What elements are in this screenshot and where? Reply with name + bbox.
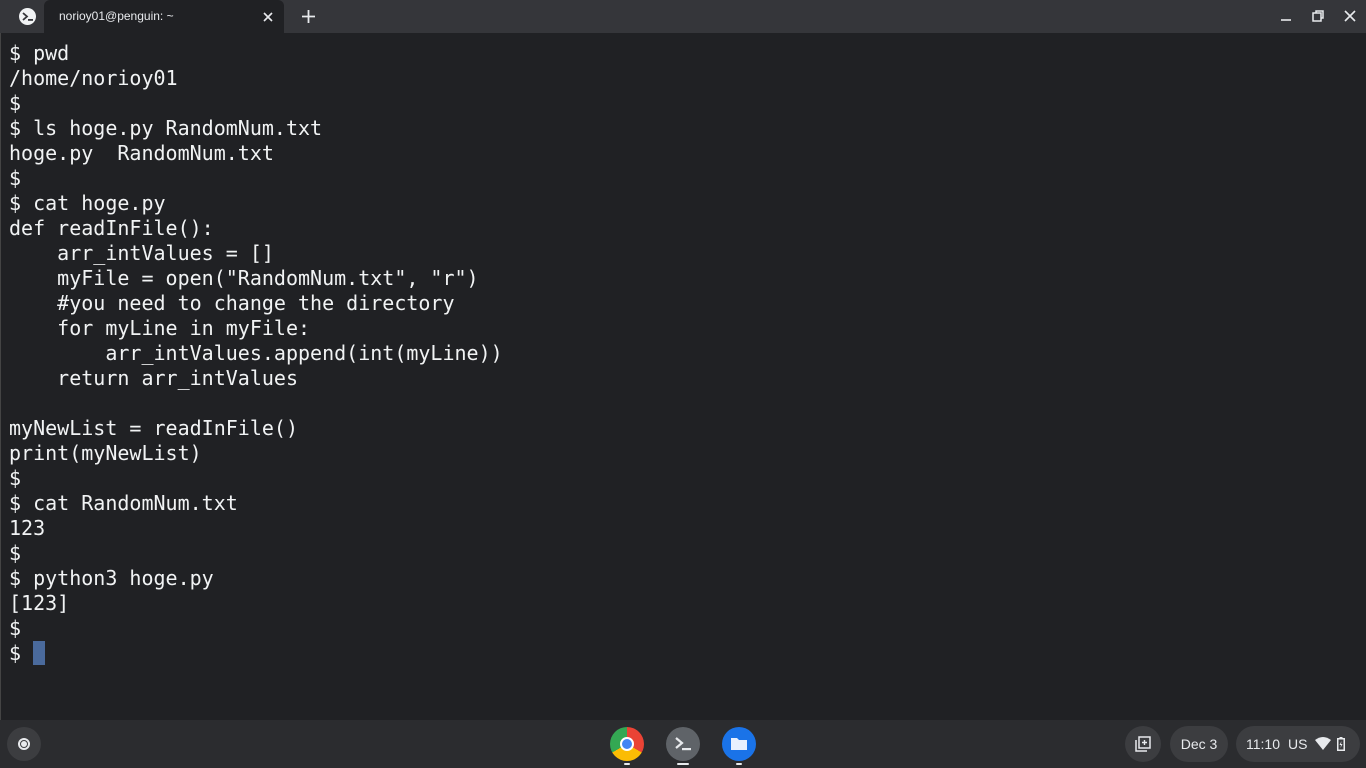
- launcher-button[interactable]: [7, 727, 41, 761]
- terminal-app-icon: [19, 8, 36, 25]
- terminal-line: $: [9, 616, 22, 640]
- terminal-line: myNewList = readInFile(): [9, 416, 298, 440]
- new-tab-icon[interactable]: [300, 8, 317, 25]
- terminal-line: $ cat RandomNum.txt: [9, 491, 238, 515]
- terminal-line: $: [9, 541, 22, 565]
- terminal-line: def readInFile():: [9, 216, 214, 240]
- minimize-icon[interactable]: [1279, 9, 1293, 23]
- tote-icon: [1135, 736, 1151, 752]
- terminal-line: $ cat hoge.py: [9, 191, 166, 215]
- shelf: Dec 3 11:10 US: [0, 720, 1366, 768]
- files-running-indicator: [736, 763, 742, 765]
- terminal-line: $: [9, 466, 22, 490]
- wifi-icon: [1315, 737, 1332, 750]
- terminal-line: $: [9, 166, 22, 190]
- terminal-line: $ ls hoge.py RandomNum.txt: [9, 116, 323, 140]
- terminal-line: [123]: [9, 591, 70, 615]
- terminal-line: $ python3 hoge.py: [9, 566, 214, 590]
- chrome-running-indicator: [624, 763, 630, 765]
- terminal-active-indicator: [677, 763, 689, 765]
- terminal-line: $: [9, 641, 34, 665]
- terminal-line: arr_intValues.append(int(myLine)): [9, 341, 503, 365]
- window-titlebar: norioy01@penguin: ~: [0, 0, 1366, 33]
- tab-title: norioy01@penguin: ~: [59, 9, 174, 23]
- tote-button[interactable]: [1125, 726, 1161, 762]
- terminal-line: myFile = open("RandomNum.txt", "r"): [9, 266, 479, 290]
- chrome-icon[interactable]: [610, 727, 644, 761]
- terminal-line: $: [9, 91, 22, 115]
- terminal-line: arr_intValues = []: [9, 241, 274, 265]
- close-tab-icon[interactable]: [261, 10, 275, 24]
- terminal-line: /home/norioy01: [9, 66, 178, 90]
- terminal-tab[interactable]: norioy01@penguin: ~: [44, 0, 284, 33]
- terminal-window[interactable]: $ pwd/home/norioy01 $ $ ls hoge.py RandomN…: [0, 33, 1366, 720]
- terminal-line: for myLine in myFile:: [9, 316, 311, 340]
- terminal-output: $ pwd/home/norioy01 $ $ ls hoge.py RandomN…: [9, 41, 503, 666]
- terminal-line: return arr_intValues: [9, 366, 298, 390]
- launcher-icon: [18, 738, 30, 750]
- terminal-line: 123: [9, 516, 46, 540]
- time-label: 11:10: [1246, 736, 1280, 752]
- date-label: Dec 3: [1180, 736, 1218, 752]
- restore-icon[interactable]: [1311, 9, 1325, 23]
- date-tray-button[interactable]: Dec 3: [1170, 726, 1228, 762]
- files-icon[interactable]: [722, 727, 756, 761]
- terminal-line: print(myNewList): [9, 441, 202, 465]
- terminal-line: #you need to change the directory: [9, 291, 455, 315]
- terminal-icon[interactable]: [666, 727, 700, 761]
- close-window-icon[interactable]: [1343, 9, 1357, 23]
- battery-icon: [1337, 737, 1346, 751]
- ime-label: US: [1288, 736, 1308, 752]
- terminal-line: $ pwd: [9, 41, 70, 65]
- terminal-line: hoge.py RandomNum.txt: [9, 141, 274, 165]
- status-tray-button[interactable]: 11:10 US: [1236, 726, 1360, 762]
- terminal-cursor: [33, 641, 45, 665]
